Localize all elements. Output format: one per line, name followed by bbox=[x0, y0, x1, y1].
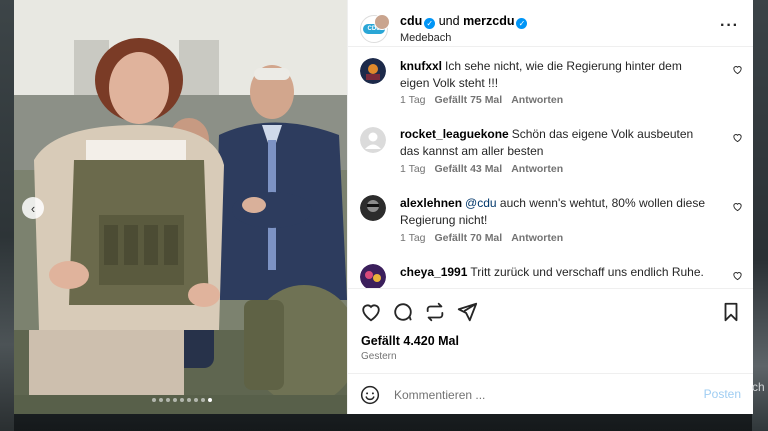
comment-meta: 1 Tag Gefällt 43 Mal Antworten bbox=[400, 163, 572, 175]
comment-body: cheya_1991 Tritt zurück und verschaff uns… bbox=[400, 264, 710, 281]
comment-bubble-icon[interactable] bbox=[392, 301, 414, 323]
commenter-avatar[interactable] bbox=[360, 58, 386, 84]
like-comment-icon[interactable] bbox=[732, 132, 743, 143]
commenter-avatar[interactable] bbox=[360, 195, 386, 221]
verified-badge-icon: ✓ bbox=[424, 18, 436, 29]
comment-time[interactable]: 1 Tag bbox=[400, 232, 426, 244]
comment-meta: 1 Tag Gefällt 75 Mal Antworten bbox=[400, 94, 572, 106]
comment-username[interactable]: rocket_leaguekone bbox=[400, 127, 509, 141]
comment-body: rocket_leaguekone Schön das eigene Volk a… bbox=[400, 126, 710, 160]
author-link-cdu[interactable]: cdu bbox=[400, 14, 422, 28]
post-authors: cdu ✓ und merzcdu ✓ bbox=[400, 14, 528, 29]
comment-text: Ich sehe nicht, wie die Regierung hinter… bbox=[400, 59, 682, 90]
comment-composer: Posten bbox=[348, 373, 753, 415]
comment-time[interactable]: 1 Tag bbox=[400, 94, 426, 106]
comment-time[interactable]: 1 Tag bbox=[400, 163, 426, 175]
post-location[interactable]: Medebach bbox=[400, 32, 451, 44]
authors-conjunction: und bbox=[438, 14, 460, 28]
post-image[interactable] bbox=[14, 0, 347, 414]
backdrop-left bbox=[0, 0, 14, 431]
comment-likes[interactable]: Gefällt 75 Mal bbox=[435, 94, 503, 106]
share-send-icon[interactable] bbox=[456, 301, 478, 323]
like-comment-icon[interactable] bbox=[732, 270, 743, 281]
comment-body: alexlehnen @cdu auch wenn's wehtut, 80% w… bbox=[400, 195, 710, 229]
emoji-icon[interactable] bbox=[360, 385, 380, 405]
carousel-dot bbox=[166, 398, 170, 402]
commenter-avatar[interactable] bbox=[360, 264, 386, 288]
carousel-dot bbox=[159, 398, 163, 402]
carousel-dot bbox=[194, 398, 198, 402]
reply-button[interactable]: Antworten bbox=[511, 163, 563, 175]
background-text-fragment: ch bbox=[752, 380, 765, 394]
post-panel: CDU cdu ✓ und merzcdu ✓ Medebach ··· knufx… bbox=[347, 0, 753, 414]
carousel-dot bbox=[152, 398, 156, 402]
comment-text: Tritt zurück und verschaff uns endlich R… bbox=[470, 265, 704, 279]
verified-badge-icon: ✓ bbox=[516, 18, 528, 29]
post-date[interactable]: Gestern bbox=[361, 351, 397, 362]
carousel-dot-active bbox=[208, 398, 212, 402]
carousel-dot bbox=[180, 398, 184, 402]
more-options-icon[interactable]: ··· bbox=[720, 17, 739, 35]
reply-button[interactable]: Antworten bbox=[511, 94, 563, 106]
post-comment-button[interactable]: Posten bbox=[704, 387, 741, 401]
post-photo-illustration bbox=[14, 0, 347, 414]
comment-username[interactable]: cheya_1991 bbox=[400, 265, 467, 279]
post-actions bbox=[348, 288, 753, 334]
like-comment-icon[interactable] bbox=[732, 201, 743, 212]
reply-button[interactable]: Antworten bbox=[511, 232, 563, 244]
post-like-count[interactable]: Gefällt 4.420 Mal bbox=[361, 334, 459, 348]
merzcdu-avatar[interactable] bbox=[374, 14, 390, 30]
like-comment-icon[interactable] bbox=[732, 64, 743, 75]
comment-username[interactable]: knufxxl bbox=[400, 59, 442, 73]
author-link-merzcdu[interactable]: merzcdu bbox=[463, 14, 514, 28]
comment-body: knufxxl Ich sehe nicht, wie die Regierung… bbox=[400, 58, 710, 92]
carousel-dot bbox=[201, 398, 205, 402]
comment-meta: 1 Tag Gefällt 70 Mal Antworten bbox=[400, 232, 572, 244]
repost-icon[interactable] bbox=[424, 301, 446, 323]
carousel-dot bbox=[173, 398, 177, 402]
comment-username[interactable]: alexlehnen bbox=[400, 196, 462, 210]
commenter-avatar[interactable] bbox=[360, 127, 386, 153]
comment-list[interactable]: knufxxl Ich sehe nicht, wie die Regierung… bbox=[348, 46, 753, 288]
carousel-dot bbox=[187, 398, 191, 402]
like-heart-icon[interactable] bbox=[360, 301, 382, 323]
carousel-dots bbox=[152, 398, 212, 402]
bookmark-icon[interactable] bbox=[720, 301, 742, 323]
carousel-prev-button[interactable]: ‹ bbox=[22, 197, 44, 219]
backdrop-right bbox=[752, 0, 768, 431]
comment-input[interactable] bbox=[392, 383, 696, 407]
chevron-left-icon: ‹ bbox=[30, 200, 36, 216]
comment-likes[interactable]: Gefällt 43 Mal bbox=[435, 163, 503, 175]
comment-likes[interactable]: Gefällt 70 Mal bbox=[435, 232, 503, 244]
post-header: CDU cdu ✓ und merzcdu ✓ Medebach ··· bbox=[348, 0, 753, 47]
comment-mention[interactable]: @cdu bbox=[465, 196, 497, 210]
